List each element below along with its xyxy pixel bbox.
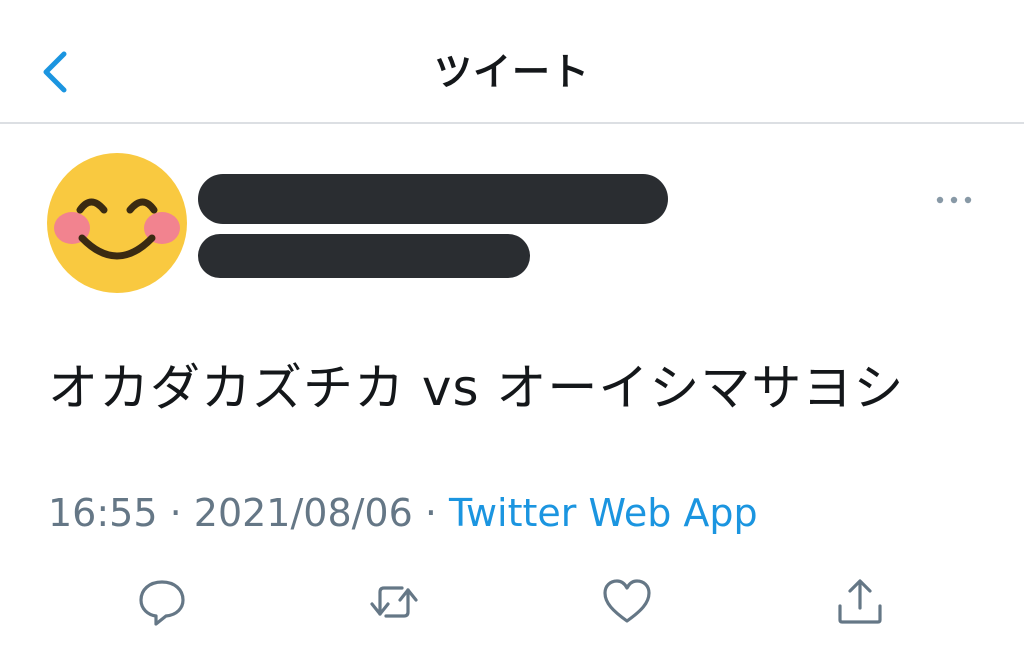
share-icon [832,574,888,630]
tweet-text: オカダカズチカ vs オーイシマサヨシ [48,359,905,417]
more-icon [934,196,974,218]
share-button[interactable] [832,574,888,630]
retweet-icon [366,574,422,630]
tweet-actions-bar [0,574,1024,630]
smiling-face-emoji-icon [47,153,187,293]
reply-button[interactable] [134,574,190,630]
meta-separator: · [157,491,194,535]
retweet-button[interactable] [366,574,422,630]
redacted-username [198,234,530,278]
heart-icon [599,574,655,630]
like-button[interactable] [599,574,655,630]
tweet-time: 16:55 [48,491,158,535]
tweet-source-link[interactable]: Twitter Web App [449,491,758,535]
tweet-metadata: 16:55 · 2021/08/06 · Twitter Web App [48,488,758,538]
navigation-header: ツイート [0,0,1024,124]
tweet-date: 2021/08/06 [193,491,413,535]
reply-icon [134,574,190,630]
avatar[interactable] [46,152,188,294]
redacted-display-name [198,174,668,224]
page-title: ツイート [433,50,590,94]
meta-separator: · [412,491,450,535]
more-options-button[interactable] [934,186,974,214]
